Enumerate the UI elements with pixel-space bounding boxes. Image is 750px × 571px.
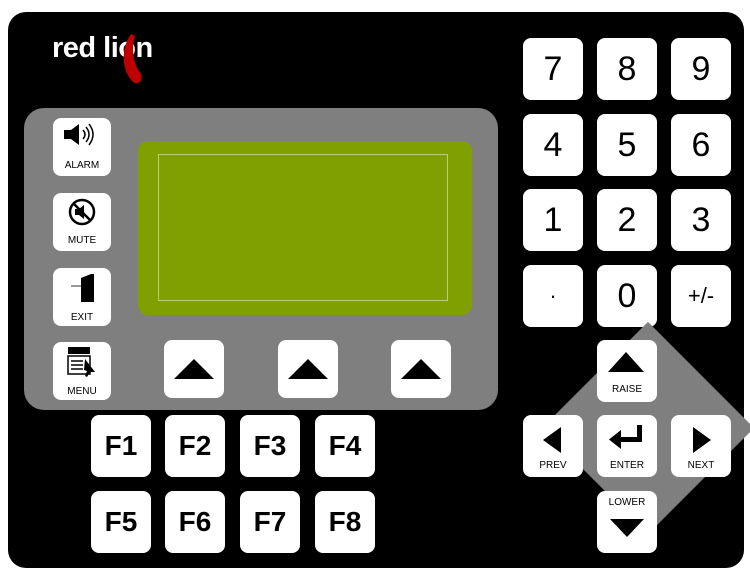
key-decimal[interactable]: · <box>523 265 583 327</box>
enter-key[interactable]: ENTER <box>597 415 657 477</box>
key-7[interactable]: 7 <box>523 38 583 100</box>
key-0-label: 0 <box>617 276 637 315</box>
f3-key[interactable]: F3 <box>240 415 300 477</box>
enter-arrow-icon <box>609 425 642 449</box>
logo-swoosh-icon <box>123 34 142 84</box>
f5-key[interactable]: F5 <box>91 491 151 553</box>
key-5[interactable]: 5 <box>597 114 657 176</box>
prev-label: PREV <box>539 460 567 471</box>
soft-key-2[interactable] <box>278 340 338 398</box>
arrow-left-icon <box>543 427 561 453</box>
door-exit-icon <box>71 274 94 302</box>
f8-key[interactable]: F8 <box>315 491 375 553</box>
exit-label: EXIT <box>70 312 94 323</box>
key-7-label: 7 <box>543 49 563 88</box>
lcd-viewport <box>158 154 448 301</box>
lcd-screen <box>138 141 472 315</box>
key-plus-minus-label: +/- <box>687 283 715 308</box>
menu-label: MENU <box>67 386 97 397</box>
f8-label: F8 <box>328 506 362 537</box>
f4-label: F4 <box>328 430 362 461</box>
key-9[interactable]: 9 <box>671 38 731 100</box>
key-0[interactable]: 0 <box>597 265 657 327</box>
key-9-label: 9 <box>691 49 711 88</box>
mute-label: MUTE <box>67 235 97 246</box>
f5-label: F5 <box>104 506 138 537</box>
mute-icon <box>68 198 96 226</box>
prev-key[interactable]: PREV <box>523 415 583 477</box>
menu-icon <box>67 347 95 377</box>
f2-label: F2 <box>178 430 212 461</box>
key-1[interactable]: 1 <box>523 189 583 251</box>
arrow-up-icon <box>174 359 214 379</box>
exit-key[interactable]: EXIT <box>53 268 111 326</box>
arrow-right-icon <box>693 427 711 453</box>
key-2[interactable]: 2 <box>597 189 657 251</box>
lower-label: LOWER <box>608 497 646 508</box>
next-key[interactable]: NEXT <box>671 415 731 477</box>
key-8[interactable]: 8 <box>597 38 657 100</box>
alarm-key[interactable]: ALARM <box>53 118 111 176</box>
mute-key[interactable]: MUTE <box>53 193 111 251</box>
f6-key[interactable]: F6 <box>165 491 225 553</box>
enter-label: ENTER <box>610 460 644 471</box>
arrow-up-icon <box>608 352 644 372</box>
key-6-label: 6 <box>691 125 711 164</box>
key-decimal-label: · <box>549 283 557 308</box>
soft-key-1[interactable] <box>164 340 224 398</box>
key-3-label: 3 <box>691 200 711 239</box>
key-8-label: 8 <box>617 49 637 88</box>
arrow-up-icon <box>288 359 328 379</box>
f7-label: F7 <box>253 506 287 537</box>
f4-key[interactable]: F4 <box>315 415 375 477</box>
menu-key[interactable]: MENU <box>53 342 111 400</box>
lower-key[interactable]: LOWER <box>597 491 657 553</box>
key-6[interactable]: 6 <box>671 114 731 176</box>
key-5-label: 5 <box>617 125 637 164</box>
arrow-down-icon <box>610 519 644 537</box>
key-1-label: 1 <box>543 200 563 239</box>
alarm-label: ALARM <box>64 160 100 171</box>
raise-label: RAISE <box>611 384 642 395</box>
f2-key[interactable]: F2 <box>165 415 225 477</box>
f1-key[interactable]: F1 <box>91 415 151 477</box>
f7-key[interactable]: F7 <box>240 491 300 553</box>
key-4-label: 4 <box>543 125 563 164</box>
soft-key-3[interactable] <box>391 340 451 398</box>
f1-label: F1 <box>104 430 138 461</box>
speaker-icon <box>64 123 94 146</box>
key-4[interactable]: 4 <box>523 114 583 176</box>
next-label: NEXT <box>687 460 715 471</box>
f6-label: F6 <box>178 506 212 537</box>
arrow-up-icon <box>401 359 441 379</box>
f3-label: F3 <box>253 430 287 461</box>
key-plus-minus[interactable]: +/- <box>671 265 731 327</box>
key-3[interactable]: 3 <box>671 189 731 251</box>
raise-key[interactable]: RAISE <box>597 340 657 402</box>
key-2-label: 2 <box>617 200 637 239</box>
